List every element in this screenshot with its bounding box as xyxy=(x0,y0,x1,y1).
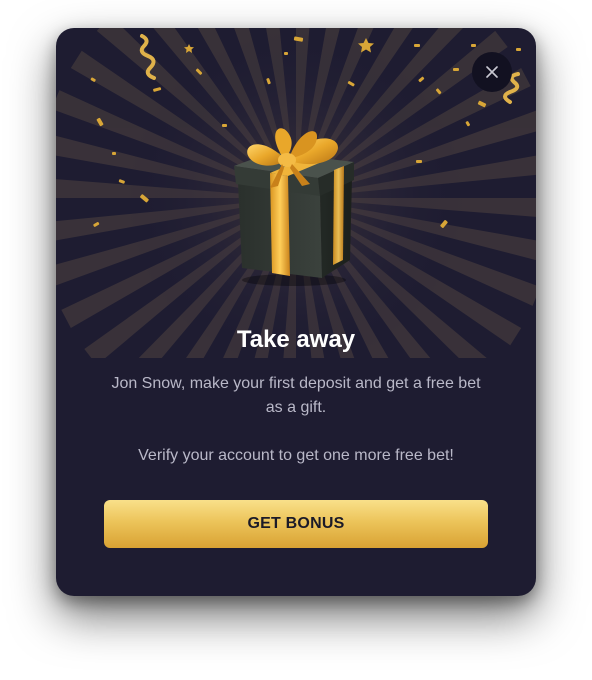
page: Take away Jon Snow, make your first depo… xyxy=(0,0,592,680)
dialog-title: Take away xyxy=(236,326,356,353)
gift-box-icon xyxy=(234,128,354,286)
get-bonus-button[interactable]: GET BONUS xyxy=(104,500,488,548)
close-button[interactable] xyxy=(472,52,512,92)
bonus-dialog: Take away Jon Snow, make your first depo… xyxy=(56,28,536,596)
verify-account-message: Verify your account to get one more free… xyxy=(138,447,454,464)
close-icon xyxy=(486,66,498,78)
bonus-message: Jon Snow, make your first deposit and ge… xyxy=(111,375,481,416)
